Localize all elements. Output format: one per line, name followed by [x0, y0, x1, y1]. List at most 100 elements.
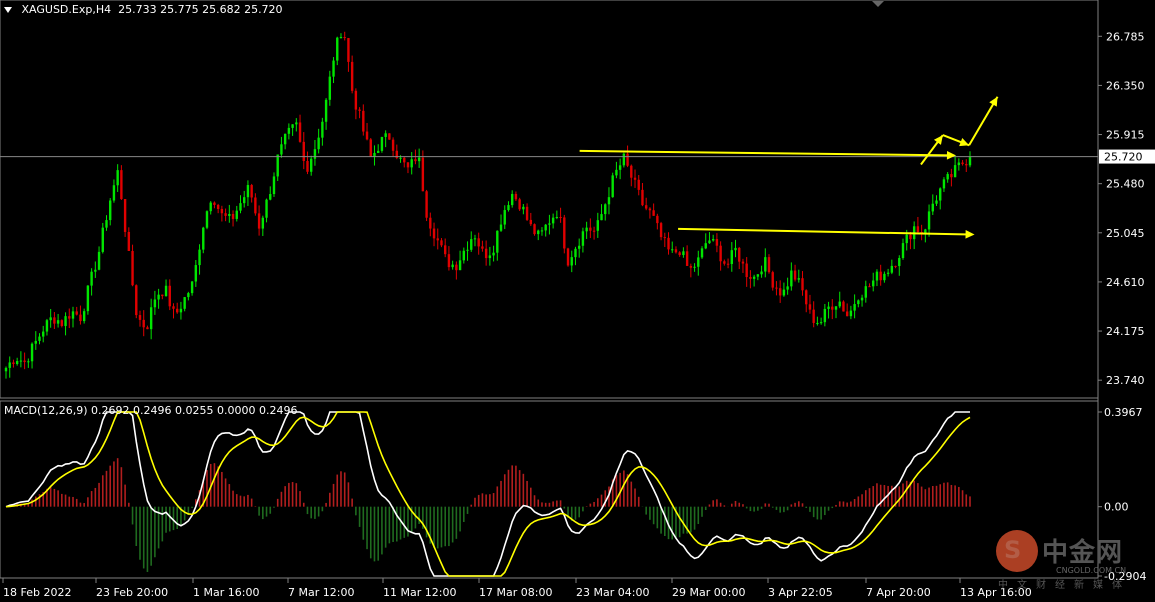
candle-body [905, 234, 908, 244]
candle-body [585, 227, 588, 232]
candle-body [49, 317, 52, 321]
candle-body [767, 257, 771, 273]
candle-body [935, 200, 938, 204]
candle-body [752, 276, 756, 279]
candle-body [135, 285, 138, 316]
arrow-head-icon [933, 135, 943, 145]
candle-body [778, 288, 782, 296]
candle-body [581, 231, 585, 246]
candle-body [477, 238, 480, 247]
candle-body [615, 169, 618, 176]
candle-body [808, 304, 812, 310]
candle-body [414, 159, 417, 162]
candle-body [607, 197, 611, 205]
time-tick-label: 3 Apr 22:05 [768, 586, 833, 599]
candle-body [164, 285, 168, 297]
candle-body [202, 227, 205, 250]
price-tick-label: 24.175 [1106, 325, 1145, 338]
candle-body [484, 248, 488, 259]
macd-tick-label: 0.3967 [1104, 406, 1143, 419]
candlestick-series [4, 31, 972, 379]
candle-body [574, 248, 577, 258]
candle-body [228, 213, 231, 216]
candle-body [138, 315, 142, 320]
candle-body [86, 285, 90, 312]
watermark-name: 中金网 [1042, 538, 1124, 568]
candle-body [254, 197, 257, 214]
candle-body [45, 320, 49, 332]
symbol-header: XAGUSD.Exp,H4 25.733 25.775 25.682 25.72… [4, 3, 283, 16]
candle-body [365, 131, 369, 140]
candle-body [64, 316, 67, 326]
candle-body [819, 322, 823, 324]
candle-body [618, 165, 622, 170]
macd-tick-label: 0.00 [1104, 501, 1129, 514]
candle-body [570, 257, 573, 266]
price-chart[interactable]: 26.785 26.350 25.915 25.480 25.045 24.610 24.1… [0, 0, 1155, 602]
candle-body [377, 150, 380, 153]
candle-body [15, 361, 19, 364]
candle-body [101, 227, 104, 252]
time-tick-label: 18 Feb 2022 [3, 586, 71, 599]
candle-body [749, 277, 752, 279]
candle-body [790, 270, 793, 287]
candle-body [793, 270, 797, 280]
candle-body [328, 76, 332, 100]
candle-body [120, 170, 123, 200]
time-tick-label: 7 Apr 20:00 [866, 586, 931, 599]
candle-body [339, 37, 343, 39]
candle-body [380, 136, 384, 151]
trend-arrow-line [579, 149, 952, 157]
candle-body [488, 255, 492, 259]
candle-body [522, 206, 525, 210]
candle-body [287, 127, 291, 134]
candle-body [417, 157, 421, 162]
candle-body [648, 208, 652, 211]
dropdown-triangle-icon[interactable] [4, 7, 12, 13]
candle-body [678, 252, 681, 256]
candle-body [965, 164, 968, 166]
candle-body [961, 162, 964, 165]
price-axis: 26.785 26.350 25.915 25.480 25.045 24.610 24.1… [1098, 30, 1145, 387]
candle-body [771, 272, 774, 288]
candle-body [112, 185, 116, 201]
candle-body [566, 248, 570, 266]
candle-body [399, 157, 402, 159]
candle-body [689, 265, 693, 268]
candle-body [97, 251, 101, 270]
price-tick-label: 26.785 [1106, 30, 1145, 43]
candle-body [8, 362, 11, 368]
candle-body [514, 193, 518, 200]
candle-body [950, 174, 953, 178]
current-price-marker: 25.720 [0, 149, 1155, 164]
arrow-head-icon [946, 150, 956, 160]
candle-body [384, 133, 387, 137]
candle-body [626, 153, 629, 166]
candle-body [466, 249, 469, 251]
watermark: S 中金网 CNGOLD.COM.CN 中文财经新媒体 [996, 530, 1146, 592]
candle-body [246, 185, 250, 198]
candle-body [295, 122, 298, 125]
candle-body [403, 157, 406, 163]
candle-body [440, 240, 443, 246]
candle-body [369, 139, 372, 157]
watermark-tagline: 中文财经新媒体 [998, 580, 1131, 591]
candle-body [317, 137, 320, 150]
candle-body [667, 237, 670, 250]
candle-body [324, 99, 328, 122]
candle-body [257, 213, 261, 229]
candle-body [455, 264, 458, 271]
candle-body [291, 124, 294, 128]
candle-body [265, 199, 268, 218]
candle-body [834, 306, 838, 310]
candle-body [559, 216, 562, 218]
price-tick-label: 25.045 [1106, 227, 1145, 240]
candle-body [838, 301, 841, 307]
candle-body [71, 311, 75, 319]
candle-body [931, 203, 934, 212]
candle-body [429, 217, 432, 229]
candle-body [812, 309, 815, 323]
trendline-annotations[interactable] [579, 96, 999, 239]
candle-body [659, 223, 663, 238]
candle-body [745, 263, 748, 278]
